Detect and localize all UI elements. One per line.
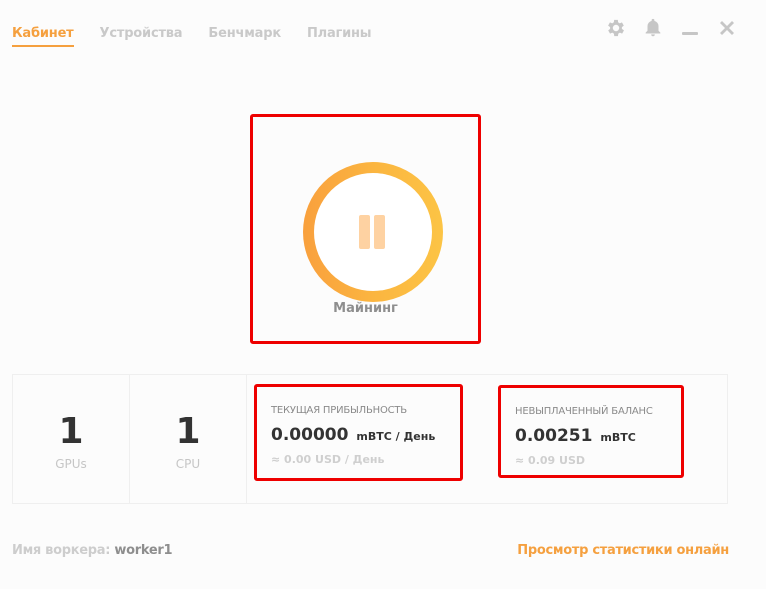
mining-panel: Майнинг bbox=[250, 114, 481, 344]
tab-devices[interactable]: Устройства bbox=[100, 26, 183, 47]
close-icon bbox=[720, 21, 734, 35]
mining-toggle-button[interactable] bbox=[303, 162, 443, 302]
cpu-label: CPU bbox=[175, 457, 201, 471]
window-controls bbox=[604, 16, 752, 40]
close-button[interactable] bbox=[715, 16, 739, 40]
profitability-value: 0.00000 bbox=[271, 425, 349, 445]
profitability-title: ТЕКУЩАЯ ПРИБЫЛЬНОСТЬ bbox=[271, 405, 407, 416]
gear-icon bbox=[608, 19, 624, 37]
settings-button[interactable] bbox=[604, 16, 628, 40]
tab-benchmark[interactable]: Бенчмарк bbox=[208, 26, 281, 47]
worker-name: worker1 bbox=[114, 543, 173, 558]
cpu-count-card: 1 CPU bbox=[130, 375, 247, 503]
gpu-count-card: 1 GPUs bbox=[13, 375, 130, 503]
profitability-usd: ≈ 0.00 USD / День bbox=[271, 453, 385, 466]
notifications-button[interactable] bbox=[641, 16, 665, 40]
mining-label: Майнинг bbox=[333, 301, 398, 316]
minimize-button[interactable] bbox=[678, 16, 702, 40]
gpu-count: 1 bbox=[58, 411, 84, 452]
bell-icon bbox=[645, 18, 661, 37]
view-stats-online-link[interactable]: Просмотр статистики онлайн bbox=[517, 543, 729, 558]
tab-cabinet[interactable]: Кабинет bbox=[12, 26, 74, 47]
gpu-label: GPUs bbox=[55, 457, 87, 471]
unpaid-balance-card: НЕВЫПЛАЧЕННЫЙ БАЛАНС 0.00251 mBTC ≈ 0.09… bbox=[498, 385, 684, 478]
pause-icon bbox=[359, 215, 387, 249]
worker-name-row: Имя воркера: worker1 bbox=[12, 543, 173, 558]
minimize-icon bbox=[682, 32, 698, 35]
profitability-card: ТЕКУЩАЯ ПРИБЫЛЬНОСТЬ 0.00000 mBTC / День… bbox=[254, 384, 463, 481]
main-nav: Кабинет Устройства Бенчмарк Плагины bbox=[12, 26, 397, 47]
balance-usd: ≈ 0.09 USD bbox=[515, 454, 586, 467]
balance-value: 0.00251 bbox=[515, 426, 593, 446]
cpu-count: 1 bbox=[175, 411, 201, 452]
tab-plugins[interactable]: Плагины bbox=[307, 26, 372, 47]
balance-title: НЕВЫПЛАЧЕННЫЙ БАЛАНС bbox=[515, 406, 653, 417]
balance-unit: mBTC bbox=[600, 431, 636, 444]
worker-label: Имя воркера: bbox=[12, 543, 111, 558]
profitability-unit: mBTC / День bbox=[356, 430, 436, 443]
